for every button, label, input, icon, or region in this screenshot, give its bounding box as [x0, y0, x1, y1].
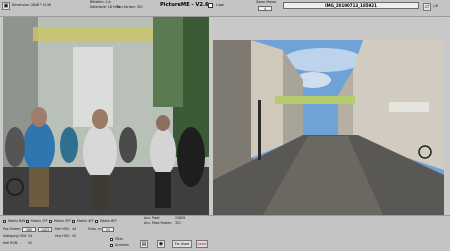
hue-value: 45 [72, 234, 77, 238]
filter-label: Filter [115, 237, 123, 241]
sat-value: 34 [28, 234, 33, 238]
right-image-panel[interactable] [213, 40, 444, 215]
hell-value: 44 [72, 227, 77, 231]
pos-label: Pos Farben: [3, 227, 22, 231]
lupe-label: Lupe [216, 3, 224, 7]
hell-label: Hell HSV: [55, 227, 70, 231]
lupe-checkbox[interactable] [208, 3, 213, 8]
pos-x-field[interactable]: 180 [22, 227, 36, 232]
right-image [213, 40, 444, 215]
size-label: Datensize: 18 MiPx [90, 5, 121, 9]
ansehen-label: Ansehen [115, 243, 129, 247]
zoom-field[interactable]: 4 [258, 6, 272, 11]
lr-label: L/R [433, 4, 439, 8]
sat-label: Sattigung HSV: [3, 234, 27, 238]
swap-icon[interactable]: ⇄ [423, 3, 431, 11]
top-toolbar: ▣ Dimension: 2848 * 2136 Bittiefen: 4 b … [0, 0, 450, 17]
anz-farben-label: Anz. Peak Farben: [144, 221, 173, 225]
zoom-label: Zoom Mauss [256, 0, 277, 4]
matrix-bw-checkbox[interactable] [3, 220, 6, 223]
matrix-8ff-checkbox[interactable] [95, 220, 98, 223]
matrix-1ff-checkbox[interactable] [26, 220, 29, 223]
anz-farben-value: 321 [175, 221, 182, 225]
app-logo-icon[interactable]: ▣ [2, 2, 10, 10]
abort-button[interactable]: Abort [196, 240, 208, 248]
fix-used-button[interactable]: Fix Used [172, 240, 192, 248]
dimensions-label: Dimension: 2848 * 2136 [12, 3, 51, 7]
status-panel: Matrix B/W Matrix 1FF Matrix 3FF Matrix … [0, 215, 450, 251]
window-title: PictureME - V2.6 [160, 2, 209, 8]
helligkeit-label: Hell RGB: [3, 241, 19, 245]
colors-label: Anz.Farben: 321 [117, 5, 143, 9]
matrix-4ff-checkbox[interactable] [72, 220, 75, 223]
helligkeit-value: 52 [28, 241, 33, 245]
matrix-1ff-label: Matrix 1FF [31, 219, 48, 223]
left-image-panel[interactable] [3, 17, 209, 215]
matrix-3ff-checkbox[interactable] [49, 220, 52, 223]
entw-label: Entw. nr: [88, 227, 102, 231]
filter-checkbox[interactable] [110, 238, 113, 241]
right-top-area [213, 17, 444, 40]
folder-icon[interactable]: ▤ [140, 240, 148, 248]
matrix-bw-label: Matrix B/W [8, 219, 26, 223]
pos-y-field[interactable]: 1423 [38, 227, 52, 232]
left-image [3, 17, 209, 215]
app-window: ▣ Dimension: 2848 * 2136 Bittiefen: 4 b … [0, 0, 450, 251]
matrix-8ff-label: Matrix 8FF [100, 219, 117, 223]
matrix-3ff-label: Matrix 3FF [54, 219, 71, 223]
ansehen-checkbox[interactable] [110, 244, 113, 247]
matrix-4ff-label: Matrix 4FF [77, 219, 94, 223]
filename-field[interactable]: IMG_20190713_185921 [283, 2, 419, 9]
hue-label: Hue HSV: [55, 234, 70, 238]
camera-icon[interactable]: ◉ [157, 240, 165, 248]
entw-field[interactable]: 23 [102, 227, 114, 232]
